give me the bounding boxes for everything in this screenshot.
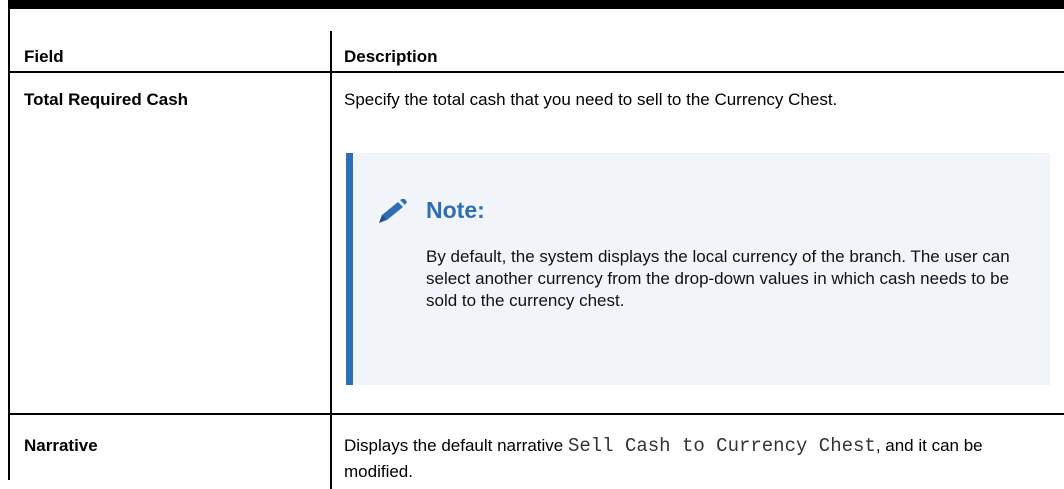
default-narrative-code: Sell Cash to Currency Chest xyxy=(567,435,876,457)
note-callout: Note: By default, the system displays th… xyxy=(346,153,1050,385)
field-description: Specify the total cash that you need to … xyxy=(344,90,838,109)
table-row: Narrative Displays the default narrative… xyxy=(10,413,1064,489)
header-field: Field xyxy=(24,47,64,66)
pencil-icon xyxy=(377,198,413,225)
field-name: Narrative xyxy=(24,436,98,455)
field-description-table: Field Description Total Required Cash Sp… xyxy=(8,0,1064,489)
header-description: Description xyxy=(344,47,438,66)
note-text: By default, the system displays the loca… xyxy=(426,247,1010,310)
table-header-row: Field Description xyxy=(10,31,1064,71)
table-row: Total Required Cash Specify the total ca… xyxy=(10,71,1064,413)
field-name: Total Required Cash xyxy=(24,90,189,109)
description-prefix: Displays the default narrative xyxy=(344,436,568,455)
field-description: Displays the default narrative Sell Cash… xyxy=(344,433,1054,484)
note-title: Note: xyxy=(426,197,485,223)
